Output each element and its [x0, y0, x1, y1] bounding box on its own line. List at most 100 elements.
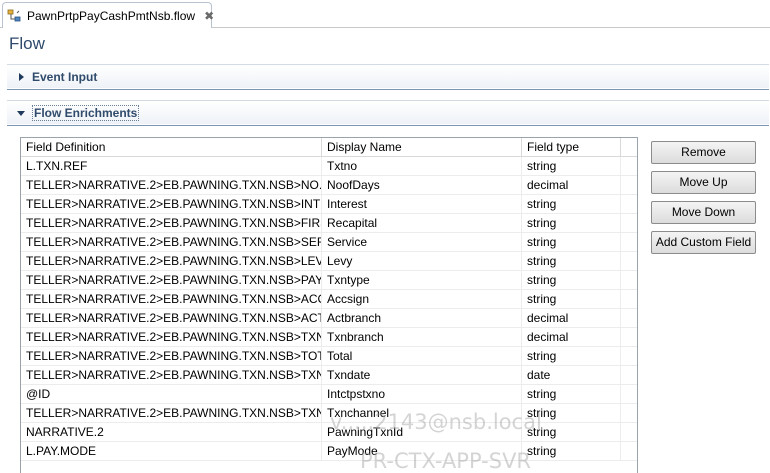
cell-field-definition: TELLER>NARRATIVE.2>EB.PAWNING.TXN.NSB>NO… [21, 176, 322, 194]
editor-tab-bar: PawnPrtpPayCashPmtNsb.flow ✖ [0, 0, 770, 28]
table-row[interactable]: TELLER>NARRATIVE.2>EB.PAWNING.TXN.NSB>IN… [21, 195, 637, 214]
table-row[interactable]: TELLER>NARRATIVE.2>EB.PAWNING.TXN.NSB>SE… [21, 233, 637, 252]
column-header-display-name[interactable]: Display Name [322, 138, 522, 157]
cell-field-definition: TELLER>NARRATIVE.2>EB.PAWNING.TXN.NSB>TX… [21, 404, 322, 422]
cell-display-name: PawningTxnId [322, 423, 522, 441]
cell-filler [621, 195, 637, 213]
section-divider [7, 125, 769, 126]
cell-field-type: date [522, 366, 621, 384]
cell-display-name: Intctpstxno [322, 385, 522, 403]
cell-field-definition: TELLER>NARRATIVE.2>EB.PAWNING.TXN.NSB>SE… [21, 233, 322, 251]
table-row[interactable]: L.TXN.REF Txtno string [21, 157, 637, 176]
cell-filler [621, 385, 637, 403]
table-row[interactable]: @ID Intctpstxno string [21, 385, 637, 404]
cell-field-type: decimal [522, 309, 621, 327]
move-up-button[interactable]: Move Up [651, 171, 756, 194]
tab-title: PawnPrtpPayCashPmtNsb.flow [27, 8, 196, 23]
close-icon[interactable]: ✖ [204, 10, 214, 22]
cell-display-name: Txnchannel [322, 404, 522, 422]
cell-filler [621, 271, 637, 289]
table-row[interactable]: TELLER>NARRATIVE.2>EB.PAWNING.TXN.NSB>PA… [21, 271, 637, 290]
cell-display-name: Total [322, 347, 522, 365]
cell-field-type: string [522, 423, 621, 441]
cell-display-name: Levy [322, 252, 522, 270]
table-row[interactable]: TELLER>NARRATIVE.2>EB.PAWNING.TXN.NSB>NO… [21, 176, 637, 195]
table-row[interactable]: TELLER>NARRATIVE.2>EB.PAWNING.TXN.NSB>TX… [21, 404, 637, 423]
table-row[interactable]: TELLER>NARRATIVE.2>EB.PAWNING.TXN.NSB>TX… [21, 366, 637, 385]
table-body: L.TXN.REF Txtno string TELLER>NARRATIVE.2>E… [21, 157, 637, 461]
collapse-icon[interactable] [16, 108, 26, 118]
cell-display-name: NoofDays [322, 176, 522, 194]
table-row[interactable]: L.PAY.MODE PayMode string [21, 442, 637, 461]
cell-filler [621, 233, 637, 251]
cell-display-name: Recapital [322, 214, 522, 232]
table-row[interactable]: TELLER>NARRATIVE.2>EB.PAWNING.TXN.NSB>AC… [21, 309, 637, 328]
cell-field-type: string [522, 252, 621, 270]
table-header: Field Definition Display Name Field type [21, 138, 637, 157]
cell-filler [621, 214, 637, 232]
cell-field-type: string [522, 195, 621, 213]
section-event-input[interactable]: Event Input [7, 64, 769, 88]
cell-field-definition: TELLER>NARRATIVE.2>EB.PAWNING.TXN.NSB>FI… [21, 214, 322, 232]
cell-field-type: decimal [522, 176, 621, 194]
section-flow-enrichments[interactable]: Flow Enrichments [7, 100, 769, 124]
column-header-filler [621, 138, 637, 157]
cell-field-definition: L.TXN.REF [21, 157, 322, 175]
cell-field-type: string [522, 214, 621, 232]
cell-field-type: decimal [522, 328, 621, 346]
cell-field-type: string [522, 157, 621, 175]
remove-button[interactable]: Remove [651, 141, 756, 164]
cell-field-definition: TELLER>NARRATIVE.2>EB.PAWNING.TXN.NSB>TX… [21, 328, 322, 346]
expand-icon[interactable] [16, 72, 26, 82]
cell-display-name: Accsign [322, 290, 522, 308]
cell-field-definition: TELLER>NARRATIVE.2>EB.PAWNING.TXN.NSB>TO… [21, 347, 322, 365]
cell-filler [621, 290, 637, 308]
cell-filler [621, 423, 637, 441]
editor-tab[interactable]: PawnPrtpPayCashPmtNsb.flow ✖ [2, 2, 214, 28]
cell-display-name: Txtno [322, 157, 522, 175]
cell-display-name: PayMode [322, 442, 522, 460]
cell-field-definition: TELLER>NARRATIVE.2>EB.PAWNING.TXN.NSB>IN… [21, 195, 322, 213]
enrichments-table[interactable]: Field Definition Display Name Field type… [20, 137, 638, 473]
table-row[interactable]: TELLER>NARRATIVE.2>EB.PAWNING.TXN.NSB>AC… [21, 290, 637, 309]
cell-field-definition: TELLER>NARRATIVE.2>EB.PAWNING.TXN.NSB>TX… [21, 366, 322, 384]
cell-filler [621, 252, 637, 270]
cell-display-name: Actbranch [322, 309, 522, 327]
cell-field-definition: @ID [21, 385, 322, 403]
cell-filler [621, 347, 637, 365]
table-row[interactable]: TELLER>NARRATIVE.2>EB.PAWNING.TXN.NSB>LE… [21, 252, 637, 271]
table-row[interactable]: NARRATIVE.2 PawningTxnId string [21, 423, 637, 442]
move-down-button[interactable]: Move Down [651, 201, 756, 224]
cell-display-name: Service [322, 233, 522, 251]
cell-filler [621, 366, 637, 384]
cell-filler [621, 442, 637, 460]
table-row[interactable]: TELLER>NARRATIVE.2>EB.PAWNING.TXN.NSB>TO… [21, 347, 637, 366]
cell-display-name: Interest [322, 195, 522, 213]
cell-field-definition: L.PAY.MODE [21, 442, 322, 460]
cell-field-type: string [522, 385, 621, 403]
cell-display-name: Txnbranch [322, 328, 522, 346]
cell-field-definition: NARRATIVE.2 [21, 423, 322, 441]
table-row[interactable]: TELLER>NARRATIVE.2>EB.PAWNING.TXN.NSB>FI… [21, 214, 637, 233]
cell-field-definition: TELLER>NARRATIVE.2>EB.PAWNING.TXN.NSB>LE… [21, 252, 322, 270]
cell-filler [621, 404, 637, 422]
section-label-event-input: Event Input [32, 69, 98, 84]
column-header-field-type[interactable]: Field type [522, 138, 621, 157]
cell-field-type: string [522, 290, 621, 308]
cell-filler [621, 328, 637, 346]
cell-display-name: Txntype [322, 271, 522, 289]
cell-field-definition: TELLER>NARRATIVE.2>EB.PAWNING.TXN.NSB>PA… [21, 271, 322, 289]
cell-filler [621, 176, 637, 194]
table-row[interactable]: TELLER>NARRATIVE.2>EB.PAWNING.TXN.NSB>TX… [21, 328, 637, 347]
cell-field-definition: TELLER>NARRATIVE.2>EB.PAWNING.TXN.NSB>AC… [21, 290, 322, 308]
add-custom-field-button[interactable]: Add Custom Field [651, 231, 756, 254]
cell-field-type: string [522, 233, 621, 251]
cell-field-type: string [522, 347, 621, 365]
page-title: Flow [9, 34, 45, 53]
section-divider [7, 89, 769, 90]
cell-filler [621, 309, 637, 327]
cell-field-type: string [522, 404, 621, 422]
column-header-field-definition[interactable]: Field Definition [21, 138, 322, 157]
flow-file-icon [7, 9, 21, 23]
cell-field-definition: TELLER>NARRATIVE.2>EB.PAWNING.TXN.NSB>AC… [21, 309, 322, 327]
